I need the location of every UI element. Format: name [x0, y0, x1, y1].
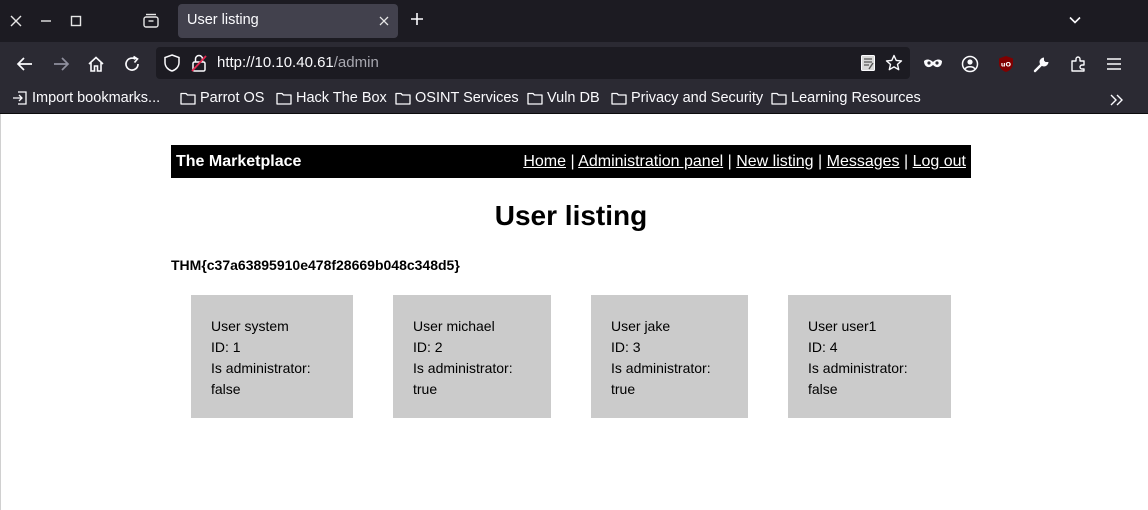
- minimize-window-icon[interactable]: [36, 11, 56, 31]
- user-id: ID: 2: [413, 339, 443, 355]
- user-card: User michael ID: 2 Is administrator: tru…: [393, 295, 551, 418]
- user-admin-label: Is administrator:: [808, 360, 908, 376]
- page-title: User listing: [494, 200, 648, 231]
- nav-separator: |: [727, 153, 732, 170]
- user-card: User jake ID: 3 Is administrator: true: [591, 295, 748, 418]
- bookmark-label: OSINT Services: [415, 90, 519, 106]
- bookmark-import[interactable]: Import bookmarks...: [12, 90, 160, 106]
- bookmark-folder-vuln-db[interactable]: Vuln DB: [527, 90, 600, 106]
- site-nav: Home | Administration panel | New listin…: [523, 153, 966, 171]
- chevron-double-right-icon[interactable]: [1109, 92, 1125, 111]
- bookmark-label: Import bookmarks...: [32, 90, 161, 106]
- bookmark-folder-parrot-os[interactable]: Parrot OS: [180, 90, 264, 106]
- bookmarks-toolbar: Import bookmarks... Parrot OS Hack The B…: [0, 85, 1148, 114]
- home-icon[interactable]: [86, 54, 106, 74]
- user-admin-value: false: [211, 381, 241, 397]
- insecure-lock-icon[interactable]: [189, 53, 209, 73]
- user-admin-label: Is administrator:: [413, 360, 513, 376]
- user-card: User user1 ID: 4 Is administrator: false: [788, 295, 951, 418]
- hamburger-menu-icon[interactable]: [1104, 54, 1124, 74]
- account-icon[interactable]: [960, 54, 980, 74]
- nav-link-log-out[interactable]: Log out: [913, 153, 966, 170]
- shield-icon[interactable]: [162, 53, 182, 73]
- extensions-icon[interactable]: [1068, 54, 1088, 74]
- user-id: ID: 1: [211, 339, 241, 355]
- folder-icon: [180, 92, 196, 105]
- user-admin-value: false: [808, 381, 838, 397]
- nav-separator: |: [904, 153, 909, 170]
- tab-bar: User listing: [0, 0, 1148, 42]
- url-path: /admin: [333, 54, 379, 71]
- maximize-window-icon[interactable]: [66, 11, 86, 31]
- user-id: ID: 4: [808, 339, 838, 355]
- back-icon[interactable]: [15, 54, 35, 74]
- bookmark-folder-hack-the-box[interactable]: Hack The Box: [276, 90, 387, 106]
- url-host: http://10.10.40.61: [217, 54, 334, 71]
- svg-text:uO: uO: [1001, 61, 1012, 69]
- import-icon: [13, 91, 27, 105]
- folder-icon: [611, 92, 627, 105]
- nav-link-new-listing[interactable]: New listing: [736, 153, 813, 170]
- flag-text: THM{c37a63895910e478f28669b048c348d5}: [171, 257, 460, 273]
- site-brand: The Marketplace: [176, 153, 302, 170]
- user-name: User user1: [808, 318, 877, 334]
- reader-view-icon[interactable]: [858, 53, 878, 73]
- new-tab-icon[interactable]: [410, 9, 424, 31]
- bookmark-folder-osint-services[interactable]: OSINT Services: [395, 90, 519, 106]
- user-card: User system ID: 1 Is administrator: fals…: [191, 295, 353, 418]
- folder-icon: [395, 92, 411, 105]
- user-id: ID: 3: [611, 339, 641, 355]
- site-header: The Marketplace Home | Administration pa…: [171, 145, 971, 178]
- bookmark-folder-learning-resources[interactable]: Learning Resources: [771, 90, 921, 106]
- nav-separator: |: [818, 153, 823, 170]
- nav-link-administration-panel[interactable]: Administration panel: [578, 153, 723, 170]
- bookmark-label: Vuln DB: [547, 90, 600, 106]
- nav-link-home[interactable]: Home: [523, 153, 566, 170]
- folder-icon: [527, 92, 543, 105]
- private-mask-icon[interactable]: [923, 54, 943, 74]
- folder-icon: [276, 92, 292, 105]
- user-admin-label: Is administrator:: [211, 360, 311, 376]
- bookmark-label: Hack The Box: [296, 90, 387, 106]
- nav-link-messages[interactable]: Messages: [827, 153, 900, 170]
- user-admin-label: Is administrator:: [611, 360, 711, 376]
- address-bar[interactable]: http://10.10.40.61/admin: [156, 47, 910, 79]
- user-name: User system: [211, 318, 289, 334]
- tab-overview-icon[interactable]: [141, 11, 161, 31]
- page-viewport: The Marketplace Home | Administration pa…: [0, 114, 1148, 510]
- nav-separator: |: [570, 153, 575, 170]
- navigation-toolbar: http://10.10.40.61/admin uO: [0, 42, 1148, 85]
- forward-icon[interactable]: [51, 54, 71, 74]
- reload-icon[interactable]: [122, 54, 142, 74]
- tab-close-icon[interactable]: [379, 11, 389, 30]
- user-name: User jake: [611, 318, 671, 334]
- bookmark-label: Learning Resources: [791, 90, 921, 106]
- chevron-down-icon[interactable]: [1068, 12, 1082, 31]
- url-text: http://10.10.40.61/admin: [217, 54, 379, 71]
- bookmark-star-icon[interactable]: [884, 53, 904, 73]
- bookmark-folder-privacy-and-security[interactable]: Privacy and Security: [611, 90, 763, 106]
- folder-icon: [771, 92, 787, 105]
- user-name: User michael: [413, 318, 495, 334]
- tab-user-listing[interactable]: User listing: [178, 4, 398, 38]
- close-window-icon[interactable]: [6, 11, 26, 31]
- bookmark-label: Privacy and Security: [631, 90, 764, 106]
- tab-title: User listing: [187, 12, 259, 28]
- user-admin-value: true: [611, 381, 636, 397]
- ublock-origin-icon[interactable]: uO: [996, 54, 1016, 74]
- user-admin-value: true: [413, 381, 438, 397]
- bookmark-label: Parrot OS: [200, 90, 265, 106]
- wrench-icon[interactable]: [1032, 54, 1052, 74]
